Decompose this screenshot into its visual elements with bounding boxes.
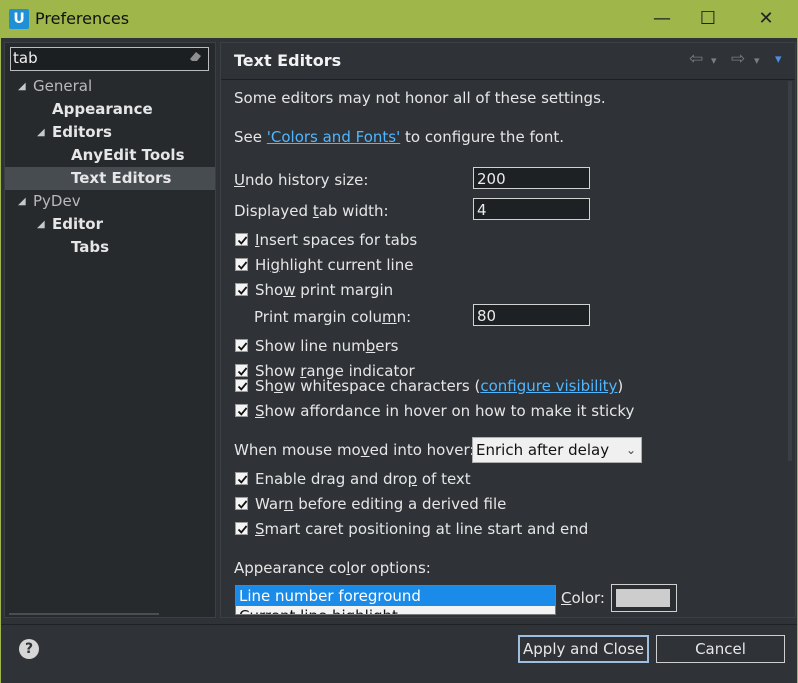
tree-hscrollbar[interactable] [9, 613, 159, 615]
checkbox-box[interactable] [235, 497, 248, 510]
hover-mode-value: Enrich after delay [476, 441, 610, 459]
close-button[interactable]: ✕ [744, 4, 788, 34]
configure-visibility-link[interactable]: configure visibility [480, 377, 617, 395]
preference-tree: ◢ General Appearance ◢ Editors AnyEdit Tools T… [5, 75, 215, 259]
setting-checkbox-label: Show print margin [255, 281, 394, 299]
undo-history-label: Undo history size: [234, 171, 369, 189]
tree-item-label: PyDev [33, 192, 81, 210]
page-header: Text Editors ⇦ ▾ ⇨ ▾ ▾ [221, 43, 795, 80]
list-item[interactable]: Line number foreground [236, 586, 555, 606]
expand-triangle-icon[interactable]: ◢ [18, 75, 30, 98]
back-dropdown-icon[interactable]: ▾ [711, 54, 717, 67]
settings-content: Some editors may not honor all of these … [221, 80, 795, 617]
appearance-color-list[interactable]: Line number foreground Current line high… [235, 585, 556, 615]
apply-and-close-button[interactable]: Apply and Close [518, 635, 649, 663]
preferences-window: U Preferences — ☐ ✕ ◢GeneralAppearance◢E… [0, 0, 798, 683]
setting-checkbox-label: Enable drag and drop of text [255, 470, 471, 488]
tree-item[interactable]: ◢ Editor [5, 213, 215, 236]
tree-item[interactable]: AnyEdit Tools [5, 144, 215, 167]
show-affordance-label: Show affordance in hover on how to make … [255, 402, 635, 420]
forward-arrow-icon[interactable]: ⇨ [731, 49, 745, 69]
tree-item[interactable]: ◢ Editors [5, 121, 215, 144]
chevron-down-icon: ⌄ [625, 443, 636, 457]
dialog-body: ◢GeneralAppearance◢EditorsAnyEdit ToolsT… [1, 38, 797, 683]
color-swatch [616, 589, 670, 607]
preference-tree-pane: ◢GeneralAppearance◢EditorsAnyEdit ToolsT… [4, 42, 216, 618]
tree-item[interactable]: ◢ PyDev [5, 190, 215, 213]
colors-fonts-link[interactable]: 'Colors and Fonts' [267, 128, 400, 146]
tree-item-label: Tabs [71, 238, 110, 256]
appearance-color-label: Appearance color options: [234, 559, 431, 577]
expand-triangle-icon[interactable]: ◢ [18, 190, 30, 213]
fonts-hint-suffix: to configure the font. [400, 128, 565, 146]
cancel-button[interactable]: Cancel [656, 635, 785, 663]
tab-width-field[interactable]: 4 [473, 198, 590, 220]
maximize-button[interactable]: ☐ [686, 4, 730, 34]
tree-item-label: Editors [52, 123, 112, 141]
page-title: Text Editors [234, 51, 342, 70]
button-bar: ? Apply and Close Cancel [1, 624, 797, 683]
checkbox-box[interactable] [235, 404, 248, 417]
list-item[interactable]: Current line highlight [236, 606, 555, 614]
eraser-icon[interactable] [187, 50, 205, 66]
help-icon[interactable]: ? [19, 639, 39, 659]
settings-pane: Text Editors ⇦ ▾ ⇨ ▾ ▾ Some editors may … [220, 42, 796, 618]
filter-input[interactable] [13, 49, 183, 67]
checkbox-box[interactable] [235, 379, 248, 392]
checkbox-box[interactable] [235, 472, 248, 485]
checkbox-box[interactable] [235, 522, 248, 535]
compat-note: Some editors may not honor all of these … [234, 89, 606, 107]
color-label: Color: [561, 589, 605, 607]
print-margin-column-label: Print margin column: [254, 308, 412, 326]
setting-checkbox-label: Show line numbers [255, 337, 399, 355]
tree-item-label: Appearance [52, 100, 153, 118]
setting-checkbox-label: Insert spaces for tabs [255, 231, 418, 249]
minimize-button[interactable]: — [640, 4, 684, 34]
setting-checkbox-label: Warn before editing a derived file [255, 495, 507, 513]
tree-item[interactable]: Tabs [5, 236, 215, 259]
tree-item[interactable]: Appearance [5, 98, 215, 121]
filter-box [10, 47, 209, 71]
tab-width-label: Displayed tab width: [234, 202, 389, 220]
hover-mode-label: When mouse moved into hover: [234, 441, 475, 459]
view-menu-icon[interactable]: ▾ [775, 52, 782, 67]
content-vscrollbar[interactable] [788, 81, 792, 461]
tree-item-label: General [33, 77, 93, 95]
expand-triangle-icon[interactable]: ◢ [37, 213, 49, 236]
setting-checkbox-label: Highlight current line [255, 256, 414, 274]
title-bar: U Preferences — ☐ ✕ [0, 0, 798, 38]
setting-checkbox-label: Smart caret positioning at line start an… [255, 520, 589, 538]
checkbox-box[interactable] [235, 258, 248, 271]
back-arrow-icon[interactable]: ⇦ [689, 49, 703, 69]
color-picker-button[interactable] [611, 584, 677, 612]
undo-history-field[interactable]: 200 [473, 167, 590, 189]
tree-item[interactable]: Text Editors [5, 167, 215, 190]
forward-dropdown-icon[interactable]: ▾ [754, 54, 760, 67]
hover-mode-select[interactable]: Enrich after delay ⌄ [472, 437, 642, 463]
tree-item-label: AnyEdit Tools [71, 146, 185, 164]
tree-item[interactable]: ◢ General [5, 75, 215, 98]
show-whitespace-label: Show whitespace characters (configure vi… [255, 377, 624, 395]
checkbox-box[interactable] [235, 283, 248, 296]
tree-item-label: Editor [52, 215, 103, 233]
checkbox-box[interactable] [235, 364, 248, 377]
checkbox-box[interactable] [235, 339, 248, 352]
checkbox-box[interactable] [235, 233, 248, 246]
fonts-hint-prefix: See [234, 128, 267, 146]
expand-triangle-icon[interactable]: ◢ [37, 121, 49, 144]
fonts-hint: See 'Colors and Fonts' to configure the … [234, 128, 564, 146]
app-icon: U [9, 9, 29, 29]
print-margin-column-field[interactable]: 80 [473, 304, 590, 326]
window-title: Preferences [35, 9, 130, 28]
tree-item-label: Text Editors [71, 169, 172, 187]
